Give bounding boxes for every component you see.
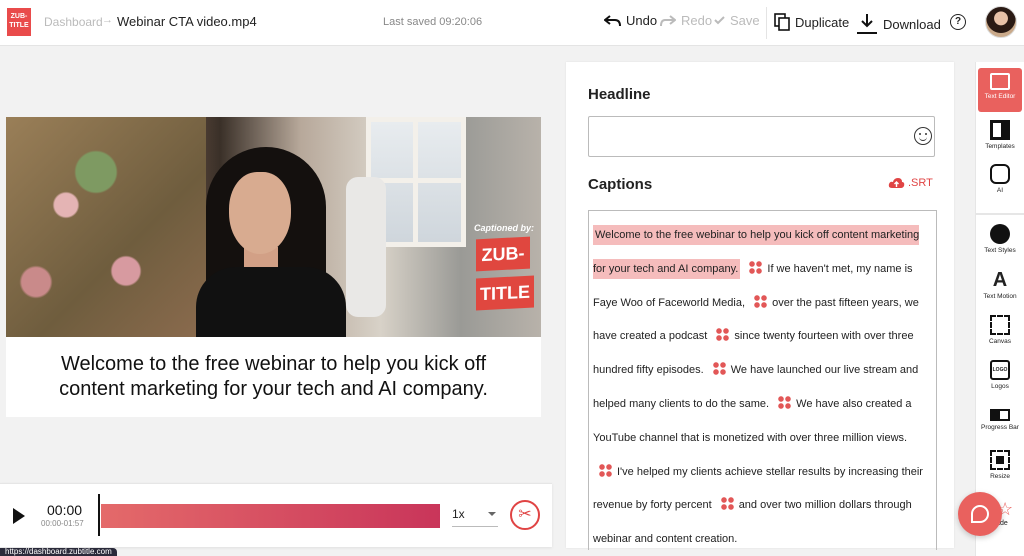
timeline-track[interactable] xyxy=(101,504,440,528)
resize-icon xyxy=(990,450,1010,470)
file-name-title: Webinar CTA video.mp4 xyxy=(117,14,257,29)
emoji-icon[interactable] xyxy=(914,127,932,145)
top-bar: ZUB- TITLE Dashboard → Webinar CTA video… xyxy=(0,0,1024,46)
sidebar-item-label: Progress Bar xyxy=(981,424,1019,431)
last-saved-status: Last saved 09:20:06 xyxy=(383,16,483,28)
toolbar-divider xyxy=(766,7,767,39)
palette-icon xyxy=(990,224,1010,244)
sidebar-item-label: Canvas xyxy=(988,338,1012,345)
sidebar-item-templates[interactable]: Templates xyxy=(978,120,1022,150)
undo-icon xyxy=(604,14,621,26)
sidebar-item-text-styles[interactable]: Text Styles xyxy=(978,224,1022,254)
download-button[interactable]: Download xyxy=(856,13,941,35)
download-label: Download xyxy=(883,16,941,32)
srt-label: .SRT xyxy=(908,177,933,189)
sidebar-item-label: AI xyxy=(996,187,1004,194)
chevron-down-icon xyxy=(488,512,496,516)
caption-split-handle-icon[interactable] xyxy=(749,260,763,274)
sidebar-item-text-motion[interactable]: A Text Motion xyxy=(978,270,1022,300)
watermark-line2: TITLE xyxy=(476,275,534,311)
sidebar-item-label: Templates xyxy=(985,143,1015,150)
captions-label: Captions xyxy=(588,176,653,193)
current-time: 00:00 xyxy=(47,502,83,518)
breadcrumb-dashboard-link[interactable]: Dashboard xyxy=(44,15,103,29)
captioned-by-label: Captioned by: xyxy=(474,223,534,233)
user-avatar[interactable] xyxy=(985,6,1017,38)
save-button[interactable]: Save xyxy=(714,13,760,28)
progress-bar-icon xyxy=(990,409,1010,421)
speed-value: 1x xyxy=(452,507,465,521)
watermark-line1: ZUB- xyxy=(476,236,530,272)
breadcrumb-arrow-icon: → xyxy=(102,14,113,26)
browser-status-url: https://dashboard.zubtitle.com xyxy=(0,548,117,556)
subtitle-text: Welcome to the free webinar to help you … xyxy=(59,353,488,400)
duplicate-label: Duplicate xyxy=(795,14,850,30)
play-icon[interactable] xyxy=(13,508,25,524)
zubtitle-logo[interactable]: ZUB- TITLE xyxy=(7,8,31,36)
sidebar-item-label: Text Styles xyxy=(984,247,1016,254)
headline-label: Headline xyxy=(588,86,651,103)
srt-upload-button[interactable]: .SRT xyxy=(888,177,933,189)
sidebar-item-label: Logos xyxy=(991,383,1009,390)
caption-split-handle-icon[interactable] xyxy=(720,497,734,511)
caption-split-handle-icon[interactable] xyxy=(778,395,792,409)
redo-label: Redo xyxy=(681,13,713,28)
video-preview[interactable]: Captioned by: ZUB- TITLE xyxy=(6,117,541,337)
sidebar-item-label: Text Motion xyxy=(983,293,1017,300)
sidebar-item-progress-bar[interactable]: Progress Bar xyxy=(978,405,1022,431)
text-editor-icon xyxy=(990,73,1010,90)
sidebar-item-label: Text Editor xyxy=(984,93,1016,100)
sidebar-item-label: Resize xyxy=(990,473,1010,480)
player-bar: 00:00 00:00-01:57 1x ✂ xyxy=(0,483,552,547)
help-icon[interactable]: ? xyxy=(950,14,966,30)
headline-input[interactable] xyxy=(588,116,935,157)
time-range: 00:00-01:57 xyxy=(41,519,84,528)
caption-split-handle-icon[interactable] xyxy=(716,328,730,342)
save-label: Save xyxy=(730,13,760,28)
redo-button[interactable]: Redo xyxy=(660,13,712,28)
sidebar-item-resize[interactable]: Resize xyxy=(978,450,1022,480)
chat-support-icon[interactable] xyxy=(958,492,1002,536)
sidebar-item-canvas[interactable]: Canvas xyxy=(978,315,1022,345)
playhead-handle[interactable] xyxy=(98,494,100,536)
undo-label: Undo xyxy=(626,13,658,28)
redo-icon xyxy=(660,14,676,26)
captions-editor[interactable]: Welcome to the free webinar to help you … xyxy=(588,210,937,550)
download-icon xyxy=(857,14,877,34)
caption-split-handle-icon[interactable] xyxy=(599,463,612,477)
undo-button[interactable]: Undo xyxy=(604,13,657,28)
sidebar-item-logos[interactable]: LOGO Logos xyxy=(978,360,1022,390)
ai-brain-icon xyxy=(990,164,1010,184)
scissors-icon[interactable]: ✂ xyxy=(510,500,540,530)
duplicate-icon xyxy=(774,13,790,31)
text-editor-panel: Headline Captions .SRT Welcome to the fr… xyxy=(566,62,954,550)
duplicate-button[interactable]: Duplicate xyxy=(774,13,849,31)
speed-select[interactable]: 1x xyxy=(452,507,498,527)
logo-icon: LOGO xyxy=(990,360,1010,380)
sidebar-divider xyxy=(976,213,1024,215)
caption-split-handle-icon[interactable] xyxy=(754,294,768,308)
canvas-icon xyxy=(990,315,1010,335)
sidebar-item-text-editor[interactable]: Text Editor xyxy=(978,68,1022,112)
text-motion-icon: A xyxy=(992,269,1008,291)
cloud-upload-icon xyxy=(888,178,905,188)
logo-line2: TITLE xyxy=(9,22,29,29)
subtitle-preview: Welcome to the free webinar to help you … xyxy=(6,337,541,417)
caption-split-handle-icon[interactable] xyxy=(712,362,726,376)
check-icon xyxy=(714,16,725,25)
templates-icon xyxy=(990,120,1010,140)
video-speaker xyxy=(196,147,366,337)
logo-line1: ZUB- xyxy=(10,13,28,20)
tools-sidebar: Text Editor Templates AI Text Styles A T… xyxy=(975,62,1024,556)
video-background-wall xyxy=(6,117,206,337)
sidebar-item-ai[interactable]: AI xyxy=(978,164,1022,194)
